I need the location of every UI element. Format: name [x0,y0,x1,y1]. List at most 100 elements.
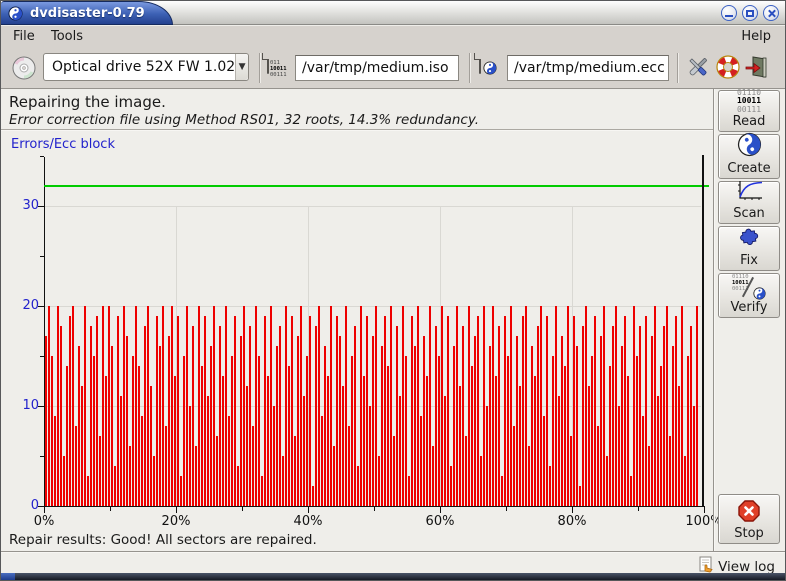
error-bar [408,476,410,506]
error-bar [582,326,584,506]
error-bar [99,436,101,506]
quit-icon[interactable] [743,54,769,84]
menu-tools[interactable]: Tools [43,27,91,46]
error-bar [528,446,530,506]
error-bar [315,326,317,506]
window-title: dvdisaster-0.79 [30,6,145,21]
error-bar [288,366,290,506]
error-bar [441,306,443,506]
scan-button[interactable]: Scan [718,181,780,224]
error-bar [192,326,194,506]
error-bar [78,346,80,506]
error-bar [480,456,482,506]
drive-selector[interactable]: Optical drive 52X FW 1.02 ▼ [43,53,249,81]
image-file-input[interactable]: /var/tmp/medium.iso [295,55,459,81]
error-bar [261,476,263,506]
close-icon [767,9,776,18]
error-bar [504,316,506,506]
error-bar [642,416,644,506]
error-bar [384,316,386,506]
preferences-icon[interactable] [685,54,711,84]
error-bar [156,316,158,506]
error-bar [63,456,65,506]
title-bar[interactable]: dvdisaster-0.79 [1,1,786,25]
x-major-tick [572,507,573,513]
error-bar [267,376,269,506]
error-bar [606,456,608,506]
error-bar [471,366,473,506]
maximize-button[interactable] [742,5,758,21]
stop-button[interactable]: Stop [718,494,780,544]
error-bar [69,316,71,506]
error-bar [216,436,218,506]
error-bar [60,326,62,506]
binary-verify-icon: 01110 10011 00111 [732,274,766,300]
error-bar [258,356,260,506]
error-bar [237,466,239,506]
error-bar [93,356,95,506]
help-lifebuoy-icon[interactable] [715,54,741,84]
error-bar [576,346,578,506]
error-bar [450,466,452,506]
create-button-label: Create [727,161,770,176]
ecc-file-input[interactable]: /var/tmp/medium.ecc [507,55,669,81]
error-bar [567,306,569,506]
error-bar [468,306,470,506]
error-bar [570,436,572,506]
footer-separator [1,551,786,553]
x-major-tick [704,507,705,513]
title-tab: dvdisaster-0.79 [1,1,173,25]
read-button[interactable]: 01110 10011 00111 Read [718,90,780,132]
fix-button[interactable]: Fix [718,226,780,271]
error-bar [282,456,284,506]
error-bar [183,356,185,506]
error-bar [516,336,518,506]
error-bar [90,326,92,506]
application-window: dvdisaster-0.79 File Tools Help Optical … [0,0,786,581]
error-bar [105,376,107,506]
error-bar [264,316,266,506]
x-major-tick [440,507,441,513]
error-bar [108,306,110,506]
scan-curve-icon [735,180,763,206]
x-minor-tick [374,507,375,511]
sidebar-separator [713,89,715,551]
error-bar [291,316,293,506]
error-bar [639,326,641,506]
menu-file[interactable]: File [5,27,43,46]
resize-grip[interactable] [1,573,15,580]
h-gridline [45,206,701,207]
error-bar [87,476,89,506]
create-button[interactable]: Create [718,134,780,179]
x-tick-label: 40% [294,514,323,529]
y-minor-tick [40,456,44,457]
error-bar [147,306,149,506]
bar-series [45,306,703,506]
error-bar [54,416,56,506]
error-bar [519,386,521,506]
error-bar [102,306,104,506]
status-title: Repairing the image. [9,93,166,111]
error-bar [195,446,197,506]
repair-result-text: Repair results: Good! All sectors are re… [9,532,317,548]
verify-button[interactable]: 01110 10011 00111 Verify [718,273,780,318]
error-bar [594,316,596,506]
error-bar [513,426,515,506]
error-bar [114,466,116,506]
minimize-button[interactable] [721,5,737,21]
menu-help[interactable]: Help [733,27,779,46]
close-button[interactable] [763,5,779,21]
error-bar [330,306,332,506]
error-bar [381,346,383,506]
error-bar [393,436,395,506]
binary-read-icon: 01110 10011 00111 [737,89,761,115]
error-bar [492,306,494,506]
error-bar [171,306,173,506]
error-bar [213,306,215,506]
error-bar [684,456,686,506]
error-bar [231,356,233,506]
error-bar [153,456,155,506]
error-bar [624,316,626,506]
ecc-file-icon [479,54,481,73]
chart-title: Errors/Ecc block [11,137,115,152]
